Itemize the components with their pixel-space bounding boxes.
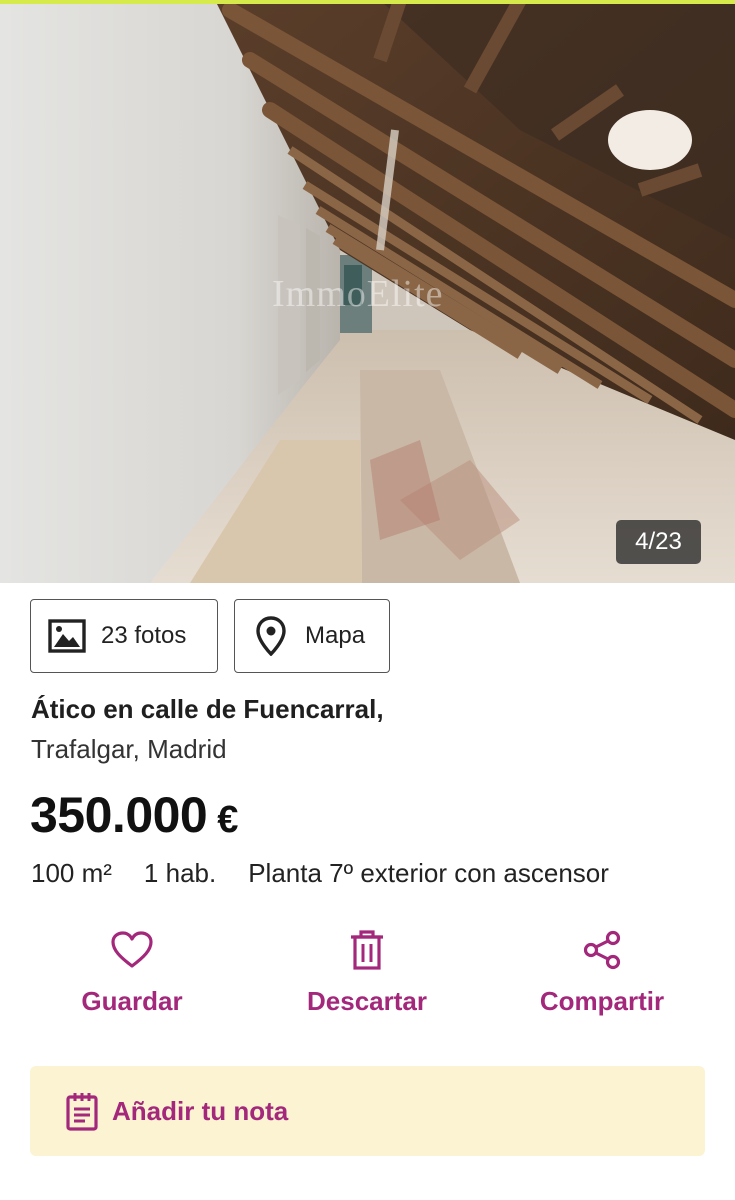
- feature-area: 100 m²: [31, 858, 112, 888]
- photos-button[interactable]: 23 fotos: [30, 599, 218, 673]
- location-pin-icon: [251, 616, 291, 656]
- image-icon: [47, 616, 87, 656]
- map-label: Mapa: [305, 622, 366, 649]
- add-note-button[interactable]: Añadir tu nota: [30, 1066, 705, 1156]
- share-label: Compartir: [539, 986, 665, 1016]
- feature-floor: Planta 7º exterior con ascensor: [248, 858, 609, 888]
- heart-icon: [110, 928, 154, 972]
- feature-rooms: 1 hab.: [143, 858, 217, 888]
- listing-price: 350.000 €: [30, 786, 238, 844]
- discard-button[interactable]: Descartar: [267, 928, 467, 1017]
- photo-watermark: ImmoElite: [272, 273, 444, 315]
- save-label: Guardar: [81, 986, 183, 1016]
- map-button[interactable]: Mapa: [234, 599, 390, 673]
- photo-counter-badge: 4/23: [616, 520, 701, 564]
- share-button[interactable]: Compartir: [502, 928, 702, 1017]
- discard-label: Descartar: [307, 986, 427, 1016]
- price-value: 350.000: [30, 787, 208, 843]
- trash-icon: [345, 928, 389, 972]
- listing-title[interactable]: Ático en calle de Fuencarral,: [31, 694, 384, 725]
- price-currency: €: [217, 799, 238, 841]
- listing-location: Trafalgar, Madrid: [31, 734, 227, 764]
- photo-gallery[interactable]: ImmoElite 4/23: [0, 0, 735, 583]
- photos-label: 23 fotos: [101, 622, 187, 649]
- listing-features: 100 m² 1 hab. Planta 7º exterior con asc…: [31, 858, 641, 889]
- notepad-icon: [64, 1089, 100, 1133]
- top-accent-strip: [0, 0, 735, 4]
- add-note-label: Añadir tu nota: [112, 1095, 289, 1126]
- save-button[interactable]: Guardar: [32, 928, 232, 1017]
- share-icon: [580, 928, 624, 972]
